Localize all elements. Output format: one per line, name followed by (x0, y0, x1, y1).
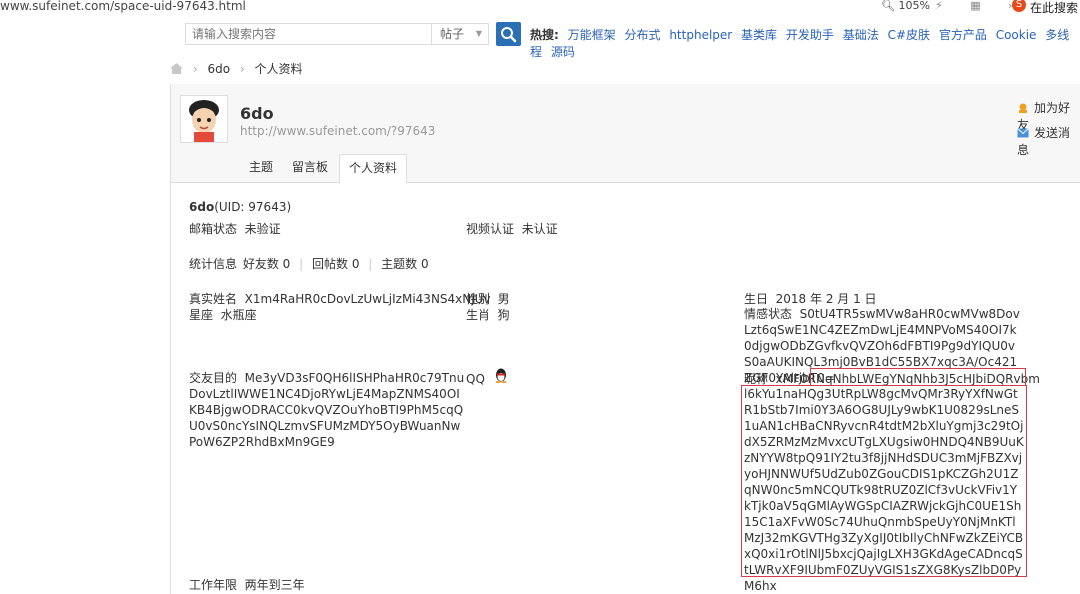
zodiac-label: 生肖 (466, 308, 491, 322)
highlight-box-nickname (810, 368, 1026, 386)
nickname-label: 昵称 (744, 372, 769, 386)
avatar-image (181, 96, 227, 142)
zodiac-value: 狗 (497, 308, 510, 322)
friends-count[interactable]: 好友数 0 (243, 257, 290, 271)
zodiac-row: 生肖 狗 (466, 306, 510, 323)
hot-link[interactable]: Cookie (996, 28, 1037, 42)
work-years-value: 两年到三年 (244, 578, 305, 592)
search-button[interactable] (496, 22, 521, 46)
video-auth-value: 未认证 (521, 222, 558, 236)
tab-profile[interactable]: 个人资料 (339, 154, 408, 184)
threads-count[interactable]: 主题数 0 (381, 257, 428, 271)
uid-value: (UID: 97643) (214, 200, 292, 214)
detail-username: 6do (189, 200, 215, 214)
email-status-label: 邮箱状态 (189, 222, 238, 236)
send-message-link[interactable]: 发送消息 (1017, 124, 1080, 158)
hot-link[interactable]: C#皮肤 (888, 28, 930, 42)
video-auth-row: 视频认证 未认证 (466, 220, 558, 237)
work-years-label: 工作年限 (189, 578, 238, 592)
constellation-value: 水瓶座 (220, 308, 257, 322)
profile-url[interactable]: http://www.sufeinet.com/?97643 (240, 124, 435, 138)
qq-label: QQ (466, 372, 485, 386)
realname-label: 真实姓名 (189, 292, 238, 306)
avatar[interactable] (180, 95, 228, 143)
purpose-label: 交友目的 (189, 371, 238, 385)
breadcrumb-current: 个人资料 (254, 62, 303, 76)
birthday-label: 生日 (744, 292, 769, 306)
birthday-value: 2018 年 2 月 1 日 (775, 292, 877, 306)
hot-link[interactable]: 基础法 (843, 28, 879, 42)
search-icon (501, 27, 517, 43)
realname-value: X1m4RaHR0cDovLzUwLjIzMi43NS4xNjUv (244, 292, 491, 306)
emotion-label: 情感状态 (744, 307, 793, 321)
birthday-row: 生日 2018 年 2 月 1 日 (744, 290, 877, 307)
highlight-box-nickname-body (741, 385, 1027, 577)
gender-value: 男 (497, 292, 510, 306)
tab-divider (171, 182, 1080, 183)
tab-threads[interactable]: 主题 (240, 154, 282, 182)
video-auth-label: 视频认证 (466, 222, 515, 236)
search-type-label: 帖子 (440, 27, 465, 41)
email-status-value: 未验证 (244, 222, 281, 236)
browser-bar: www.sufeinet.com/space-uid-97643.html 🔍︎… (0, 0, 1080, 16)
profile-username: 6do (240, 104, 274, 123)
hot-link[interactable]: 源码 (551, 45, 575, 59)
search-input[interactable] (185, 23, 431, 45)
tab-guestbook[interactable]: 留言板 (283, 154, 337, 182)
email-status-row: 邮箱状态 未验证 (189, 220, 281, 237)
envelope-icon (1017, 128, 1029, 138)
gender-row: 性别 男 (466, 290, 510, 307)
gender-label: 性别 (466, 292, 491, 306)
hot-link[interactable]: 万能框架 (568, 28, 616, 42)
breadcrumb: › 6do › 个人资料 (170, 60, 303, 77)
browser-search-box[interactable]: 在此搜索 (1030, 0, 1078, 16)
zoom-value: 105% (898, 0, 930, 12)
realname-row: 真实姓名 X1m4RaHR0cDovLzUwLjIzMi43NS4xNjUv (189, 290, 490, 307)
home-icon[interactable] (170, 63, 183, 74)
search-type-select[interactable]: 帖子 ▼ (431, 23, 489, 45)
purpose-row: 交友目的 Me3yVD3sF0QH6lISHPhaHR0c79TnuDovLzt… (189, 370, 467, 450)
add-friend-icon (1019, 103, 1027, 113)
hot-link[interactable]: 基类库 (741, 28, 777, 42)
uid-line: 6do(UID: 97643) (189, 200, 291, 214)
replies-count[interactable]: 回帖数 0 (312, 257, 359, 271)
stats-row: 统计信息 好友数 0 | 回帖数 0 | 主题数 0 (189, 257, 429, 271)
hot-link[interactable]: 官方产品 (939, 28, 987, 42)
hot-link[interactable]: httphelper (669, 28, 732, 42)
address-bar[interactable]: www.sufeinet.com/space-uid-97643.html (0, 0, 246, 13)
constellation-row: 星座 水瓶座 (189, 306, 257, 323)
constellation-label: 星座 (189, 308, 214, 322)
zoom-level[interactable]: 🔍︎ 105% (881, 0, 930, 12)
qq-penguin-icon[interactable] (493, 367, 509, 383)
chevron-down-icon: ▼ (475, 29, 482, 38)
hot-search-bar: 热搜: 万能框架 分布式 httphelper 基类库 开发助手 基础法 C#皮… (530, 26, 1080, 60)
stats-label: 统计信息 (189, 257, 238, 271)
work-years-row: 工作年限 两年到三年 (189, 576, 305, 593)
hot-link[interactable]: 分布式 (624, 28, 660, 42)
hot-link[interactable]: 开发助手 (786, 28, 834, 42)
breadcrumb-user[interactable]: 6do (207, 62, 230, 76)
hot-search-label: 热搜: (530, 28, 559, 42)
